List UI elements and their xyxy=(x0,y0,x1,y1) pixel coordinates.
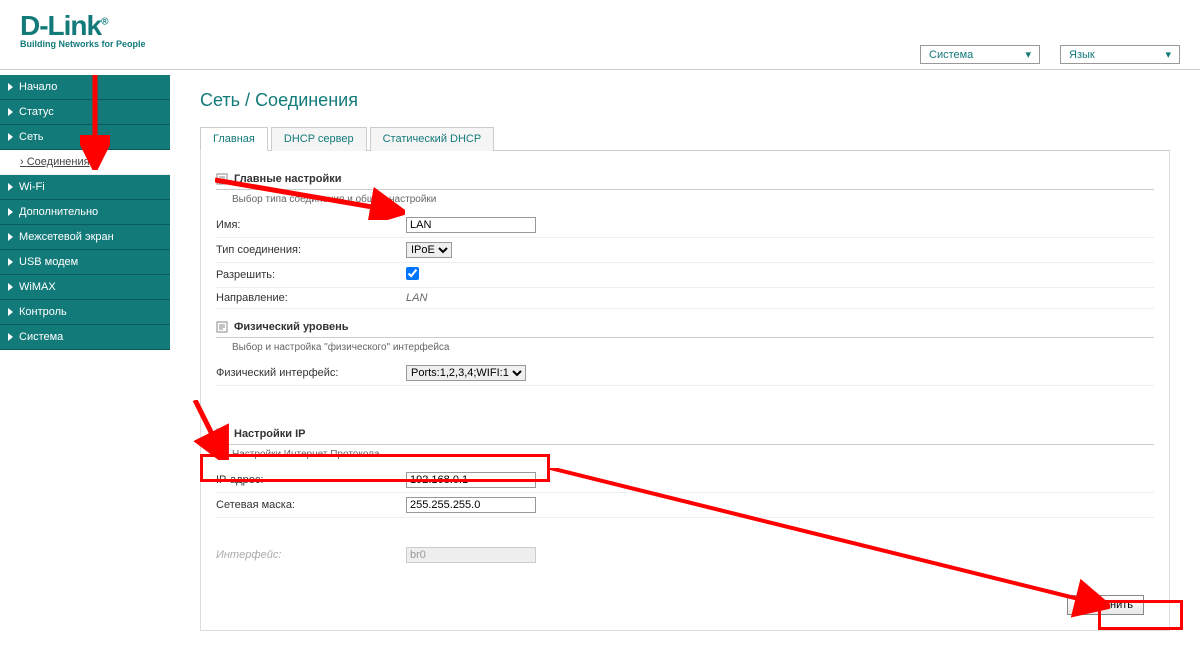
chevron-down-icon: ▾ xyxy=(1165,48,1171,61)
section-title-phys: Физический уровень xyxy=(234,321,349,333)
sidebar-item-label: Статус xyxy=(19,106,54,118)
sidebar-item-usbmodem[interactable]: USB модем xyxy=(0,250,170,275)
bullet-icon xyxy=(8,108,13,116)
sidebar-sub-label: Соединения xyxy=(27,156,90,168)
top-menu-system[interactable]: Система ▾ xyxy=(920,45,1040,64)
bullet-icon xyxy=(8,83,13,91)
sidebar-item-control[interactable]: Контроль xyxy=(0,300,170,325)
label-allow: Разрешить: xyxy=(216,269,406,281)
page-icon xyxy=(216,428,228,440)
bullet-icon xyxy=(8,308,13,316)
value-direction: LAN xyxy=(406,292,427,304)
top-menu-language-label: Язык xyxy=(1069,49,1095,61)
section-desc-ip: Настройки Интернет Протокола xyxy=(216,445,1154,468)
label-type: Тип соединения: xyxy=(216,244,406,256)
sidebar-item-advanced[interactable]: Дополнительно xyxy=(0,200,170,225)
breadcrumb-part: Сеть xyxy=(200,90,240,110)
sidebar-item-home[interactable]: Начало xyxy=(0,75,170,100)
section-title-ip: Настройки IP xyxy=(234,428,305,440)
label-mask: Сетевая маска: xyxy=(216,499,406,511)
sidebar-item-firewall[interactable]: Межсетевой экран xyxy=(0,225,170,250)
sidebar: Начало Статус Сеть › Соединения Wi-Fi До… xyxy=(0,70,170,651)
logo-brand: D-Link xyxy=(20,10,101,41)
page-icon xyxy=(216,173,228,185)
section-desc-phys: Выбор и настройка "физического" интерфей… xyxy=(216,338,1154,361)
label-ip: IP-адрес: xyxy=(216,474,406,486)
header-bar: D-Link® Building Networks for People Сис… xyxy=(0,0,1200,70)
tab-main[interactable]: Главная xyxy=(200,127,268,151)
checkbox-allow[interactable] xyxy=(406,267,419,280)
page-icon xyxy=(216,321,228,333)
sidebar-item-network[interactable]: Сеть xyxy=(0,125,170,150)
bullet-icon xyxy=(8,233,13,241)
sidebar-item-wimax[interactable]: WiMAX xyxy=(0,275,170,300)
bullet-icon xyxy=(8,333,13,341)
sidebar-item-label: Wi-Fi xyxy=(19,181,45,193)
label-phys-iface: Физический интерфейс: xyxy=(216,367,406,379)
bullet-icon xyxy=(8,283,13,291)
sidebar-item-label: Сеть xyxy=(19,131,43,143)
breadcrumb-part: Соединения xyxy=(255,90,358,110)
bullet-icon xyxy=(8,183,13,191)
section-desc-main: Выбор типа соединения и общие настройки xyxy=(216,190,1154,213)
input-name[interactable] xyxy=(406,217,536,233)
logo: D-Link® Building Networks for People xyxy=(20,10,146,49)
sidebar-item-label: Контроль xyxy=(19,306,67,318)
bullet-icon xyxy=(8,208,13,216)
sidebar-item-label: Система xyxy=(19,331,63,343)
sidebar-item-label: WiMAX xyxy=(19,281,56,293)
input-ip[interactable] xyxy=(406,472,536,488)
input-iface xyxy=(406,547,536,563)
input-mask[interactable] xyxy=(406,497,536,513)
breadcrumb: Сеть / Соединения xyxy=(200,90,1170,111)
save-button[interactable]: Сохранить xyxy=(1067,595,1144,615)
label-direction: Направление: xyxy=(216,292,406,304)
select-phys-iface[interactable]: Ports:1,2,3,4;WIFI:1 xyxy=(406,365,526,381)
chevron-down-icon: ▾ xyxy=(1025,48,1031,61)
sidebar-sub-connections[interactable]: › Соединения xyxy=(0,150,170,175)
sidebar-item-label: USB модем xyxy=(19,256,78,268)
select-type[interactable]: IPoE xyxy=(406,242,452,258)
tab-dhcp[interactable]: DHCP сервер xyxy=(271,127,367,151)
main-panel: Главные настройки Выбор типа соединения … xyxy=(200,151,1170,631)
sidebar-item-label: Дополнительно xyxy=(19,206,98,218)
sidebar-item-status[interactable]: Статус xyxy=(0,100,170,125)
breadcrumb-sep: / xyxy=(240,90,255,110)
bullet-icon xyxy=(8,133,13,141)
sidebar-item-label: Межсетевой экран xyxy=(19,231,114,243)
sidebar-item-wifi[interactable]: Wi-Fi xyxy=(0,175,170,200)
top-menu-system-label: Система xyxy=(929,49,973,61)
sidebar-item-system[interactable]: Система xyxy=(0,325,170,350)
sidebar-item-label: Начало xyxy=(19,81,57,93)
label-name: Имя: xyxy=(216,219,406,231)
label-iface: Интерфейс: xyxy=(216,549,406,561)
logo-slogan: Building Networks for People xyxy=(20,39,146,49)
top-menu-language[interactable]: Язык ▾ xyxy=(1060,45,1180,64)
section-title-main: Главные настройки xyxy=(234,173,342,185)
bullet-icon xyxy=(8,258,13,266)
tab-static-dhcp[interactable]: Статический DHCP xyxy=(370,127,495,151)
